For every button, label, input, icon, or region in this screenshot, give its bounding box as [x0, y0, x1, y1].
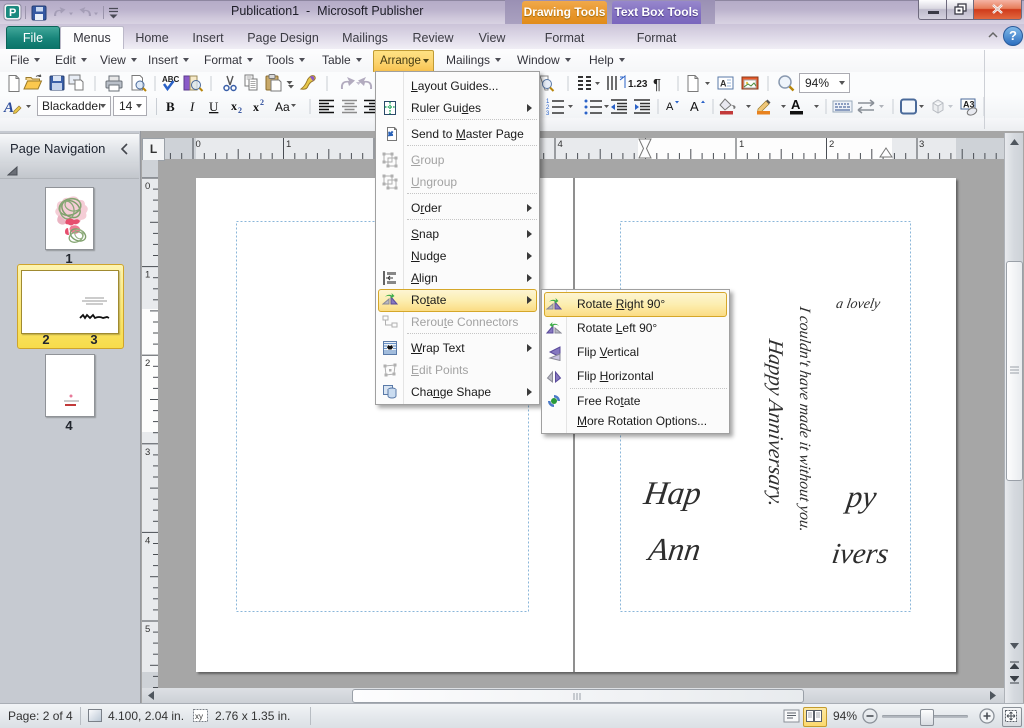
svg-text:5: 5 — [145, 624, 150, 635]
svg-text:2: 2 — [260, 98, 264, 107]
svg-text:¶: ¶ — [653, 76, 661, 93]
svg-text:x: x — [231, 99, 237, 113]
svg-text:2: 2 — [829, 139, 834, 150]
svg-text:2: 2 — [145, 358, 150, 369]
svg-text:I: I — [189, 99, 195, 114]
svg-text:2: 2 — [238, 106, 242, 115]
svg-text:Aa: Aa — [275, 100, 290, 114]
svg-text:A: A — [690, 99, 699, 114]
svg-text:P: P — [9, 7, 16, 19]
svg-text:A: A — [3, 100, 14, 116]
svg-text:0: 0 — [145, 181, 150, 192]
svg-text:U: U — [209, 99, 219, 114]
svg-text:4: 4 — [145, 535, 150, 546]
svg-text:A: A — [720, 79, 727, 89]
svg-text:1: 1 — [145, 270, 150, 281]
svg-text:0: 0 — [196, 139, 201, 150]
svg-text:A: A — [666, 101, 674, 113]
svg-text:A: A — [791, 97, 801, 112]
svg-text:B: B — [166, 99, 175, 114]
svg-text:x: x — [253, 100, 259, 114]
svg-text:3: 3 — [919, 139, 924, 150]
svg-text:1: 1 — [286, 139, 291, 150]
svg-text:3: 3 — [546, 111, 550, 117]
svg-text:1.23: 1.23 — [628, 79, 648, 90]
svg-text:1: 1 — [739, 139, 744, 150]
svg-text:4: 4 — [558, 139, 563, 150]
svg-text:xy: xy — [195, 712, 203, 721]
svg-text:3: 3 — [145, 447, 150, 458]
